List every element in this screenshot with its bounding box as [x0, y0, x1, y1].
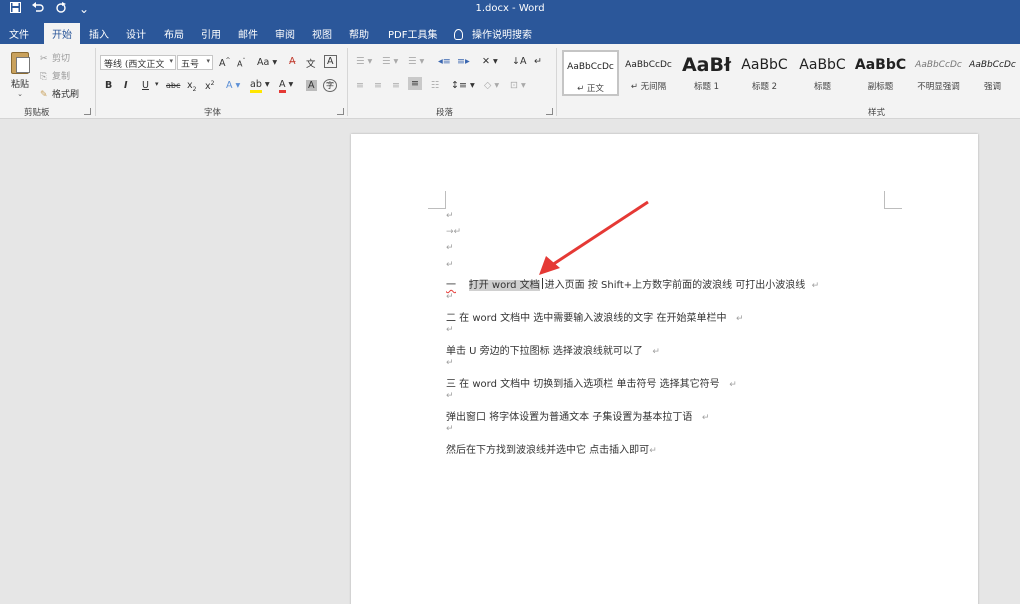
arrow-shaft	[551, 200, 649, 267]
arrow-head	[539, 256, 560, 275]
annotation-arrow	[539, 200, 649, 275]
